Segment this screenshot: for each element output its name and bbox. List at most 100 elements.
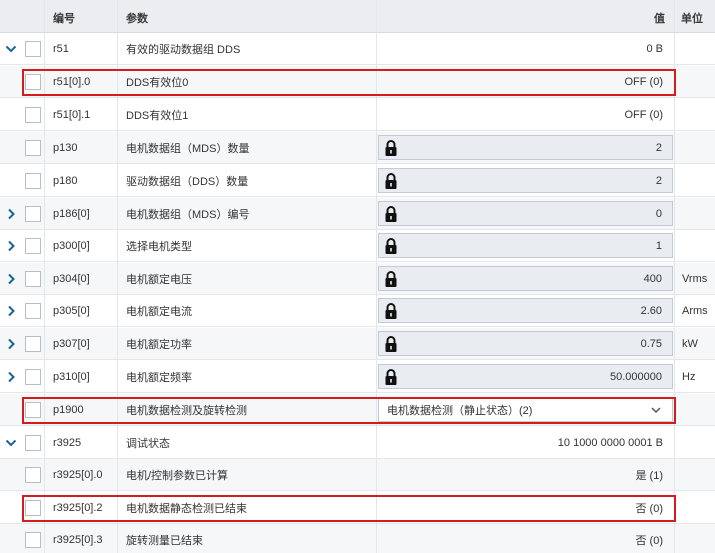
lock-icon [384, 302, 398, 320]
param-number: r3925 [53, 436, 82, 449]
row-checkbox[interactable] [25, 335, 41, 352]
param-number: p305[0] [53, 304, 90, 317]
lock-icon [384, 270, 398, 288]
row-checkbox[interactable] [25, 205, 41, 222]
expander-placeholder [0, 132, 22, 163]
param-name: 选择电机类型 [126, 240, 192, 253]
param-name: 有效的驱动数据组 DDS [126, 43, 241, 56]
table-row[interactable]: p130 电机数据组（MDS）数量 2 [0, 132, 715, 164]
param-number: p307[0] [53, 337, 90, 350]
table-row[interactable]: p304[0] 电机额定电压 400 Vrms [0, 263, 715, 295]
row-checkbox[interactable] [25, 40, 41, 57]
locked-value-field: 0.75 [378, 331, 673, 356]
param-value: 是 (1) [635, 469, 664, 482]
chevron-right-icon[interactable] [0, 198, 22, 229]
highlight-box [22, 495, 676, 522]
table-row[interactable]: p305[0] 电机额定电流 2.60 Arms [0, 295, 715, 327]
param-value: 50.000000 [610, 370, 662, 383]
column-header-number[interactable]: 编号 [53, 10, 75, 26]
locked-value-field: 0 [378, 201, 673, 226]
table-row[interactable]: p180 驱动数据组（DDS）数量 2 [0, 165, 715, 197]
row-checkbox[interactable] [25, 106, 41, 123]
param-name: 电机额定电流 [126, 305, 192, 318]
param-number: p300[0] [53, 239, 90, 252]
locked-value-field: 50.000000 [378, 364, 673, 389]
row-checkbox[interactable] [25, 302, 41, 319]
table-row[interactable]: r51 有效的驱动数据组 DDS 0 B [0, 33, 715, 65]
table-header: 编号 参数 值 单位 [0, 0, 715, 33]
param-unit: kW [682, 337, 698, 350]
expander-placeholder [0, 492, 22, 523]
param-number: p310[0] [53, 370, 90, 383]
highlight-box [22, 69, 676, 96]
param-number: r3925[0].3 [53, 533, 103, 546]
param-value: 400 [643, 272, 662, 285]
locked-value-field: 2.60 [378, 298, 673, 323]
expander-placeholder [0, 165, 22, 196]
param-number: p130 [53, 141, 78, 154]
row-checkbox[interactable] [25, 434, 41, 451]
param-number: p186[0] [53, 207, 90, 220]
param-name: 电机额定功率 [126, 338, 192, 351]
param-number: p304[0] [53, 272, 90, 285]
lock-icon [384, 139, 398, 157]
expander-placeholder [0, 99, 22, 130]
param-number: p180 [53, 174, 78, 187]
table-row[interactable]: p300[0] 选择电机类型 1 [0, 230, 715, 262]
expander-placeholder [0, 66, 22, 97]
locked-value-field: 400 [378, 266, 673, 291]
expander-placeholder [0, 394, 22, 425]
column-header-value[interactable]: 值 [654, 10, 665, 26]
locked-value-field: 2 [378, 168, 673, 193]
lock-icon [384, 237, 398, 255]
table-row[interactable]: r51[0].1 DDS有效位1 OFF (0) [0, 99, 715, 131]
table-row[interactable]: r3925[0].3 旋转测量已结束 否 (0) [0, 524, 715, 553]
lock-icon [384, 368, 398, 386]
param-value: 0 [655, 207, 662, 220]
chevron-right-icon[interactable] [0, 230, 22, 261]
chevron-right-icon[interactable] [0, 328, 22, 359]
row-checkbox[interactable] [25, 368, 41, 385]
row-checkbox[interactable] [25, 139, 41, 156]
param-value: 2 [655, 141, 662, 154]
row-checkbox[interactable] [25, 531, 41, 548]
param-value: 0 B [646, 42, 663, 55]
column-header-param[interactable]: 参数 [126, 10, 148, 26]
param-value: 1 [655, 239, 662, 252]
param-value: 2.60 [640, 304, 662, 317]
param-value: 否 (0) [635, 534, 664, 547]
table-row[interactable]: r3925 调试状态 10 1000 0000 0001 B [0, 427, 715, 459]
table-row[interactable]: p310[0] 电机额定频率 50.000000 Hz [0, 361, 715, 393]
lock-icon [384, 172, 398, 190]
param-name: 调试状态 [126, 437, 170, 450]
table-row[interactable]: p307[0] 电机额定功率 0.75 kW [0, 328, 715, 360]
expander-placeholder [0, 524, 22, 553]
param-name: 电机额定电压 [126, 273, 192, 286]
row-checkbox[interactable] [25, 466, 41, 483]
chevron-down-icon[interactable] [0, 427, 22, 458]
lock-icon [384, 335, 398, 353]
row-checkbox[interactable] [25, 270, 41, 287]
chevron-right-icon[interactable] [0, 361, 22, 392]
param-value: 2 [655, 174, 662, 187]
chevron-down-icon[interactable] [0, 33, 22, 64]
param-unit: Arms [682, 304, 708, 317]
table-row[interactable]: p186[0] 电机数据组（MDS）编号 0 [0, 198, 715, 230]
param-number: r51 [53, 42, 69, 55]
column-header-unit[interactable]: 单位 [681, 10, 703, 26]
chevron-right-icon[interactable] [0, 263, 22, 294]
highlight-box [22, 397, 676, 424]
param-name: DDS有效位1 [126, 109, 189, 122]
row-checkbox[interactable] [25, 237, 41, 254]
locked-value-field: 1 [378, 233, 673, 258]
param-name: 旋转测量已结束 [126, 534, 203, 547]
row-checkbox[interactable] [25, 172, 41, 189]
chevron-right-icon[interactable] [0, 295, 22, 326]
param-name: 驱动数据组（DDS）数量 [126, 175, 249, 188]
param-value: 10 1000 0000 0001 B [557, 436, 663, 449]
param-number: r3925[0].0 [53, 468, 103, 481]
param-number: r51[0].1 [53, 108, 91, 121]
param-name: 电机额定频率 [126, 371, 192, 384]
param-unit: Hz [682, 370, 696, 383]
table-row[interactable]: r3925[0].0 电机/控制参数已计算 是 (1) [0, 459, 715, 491]
